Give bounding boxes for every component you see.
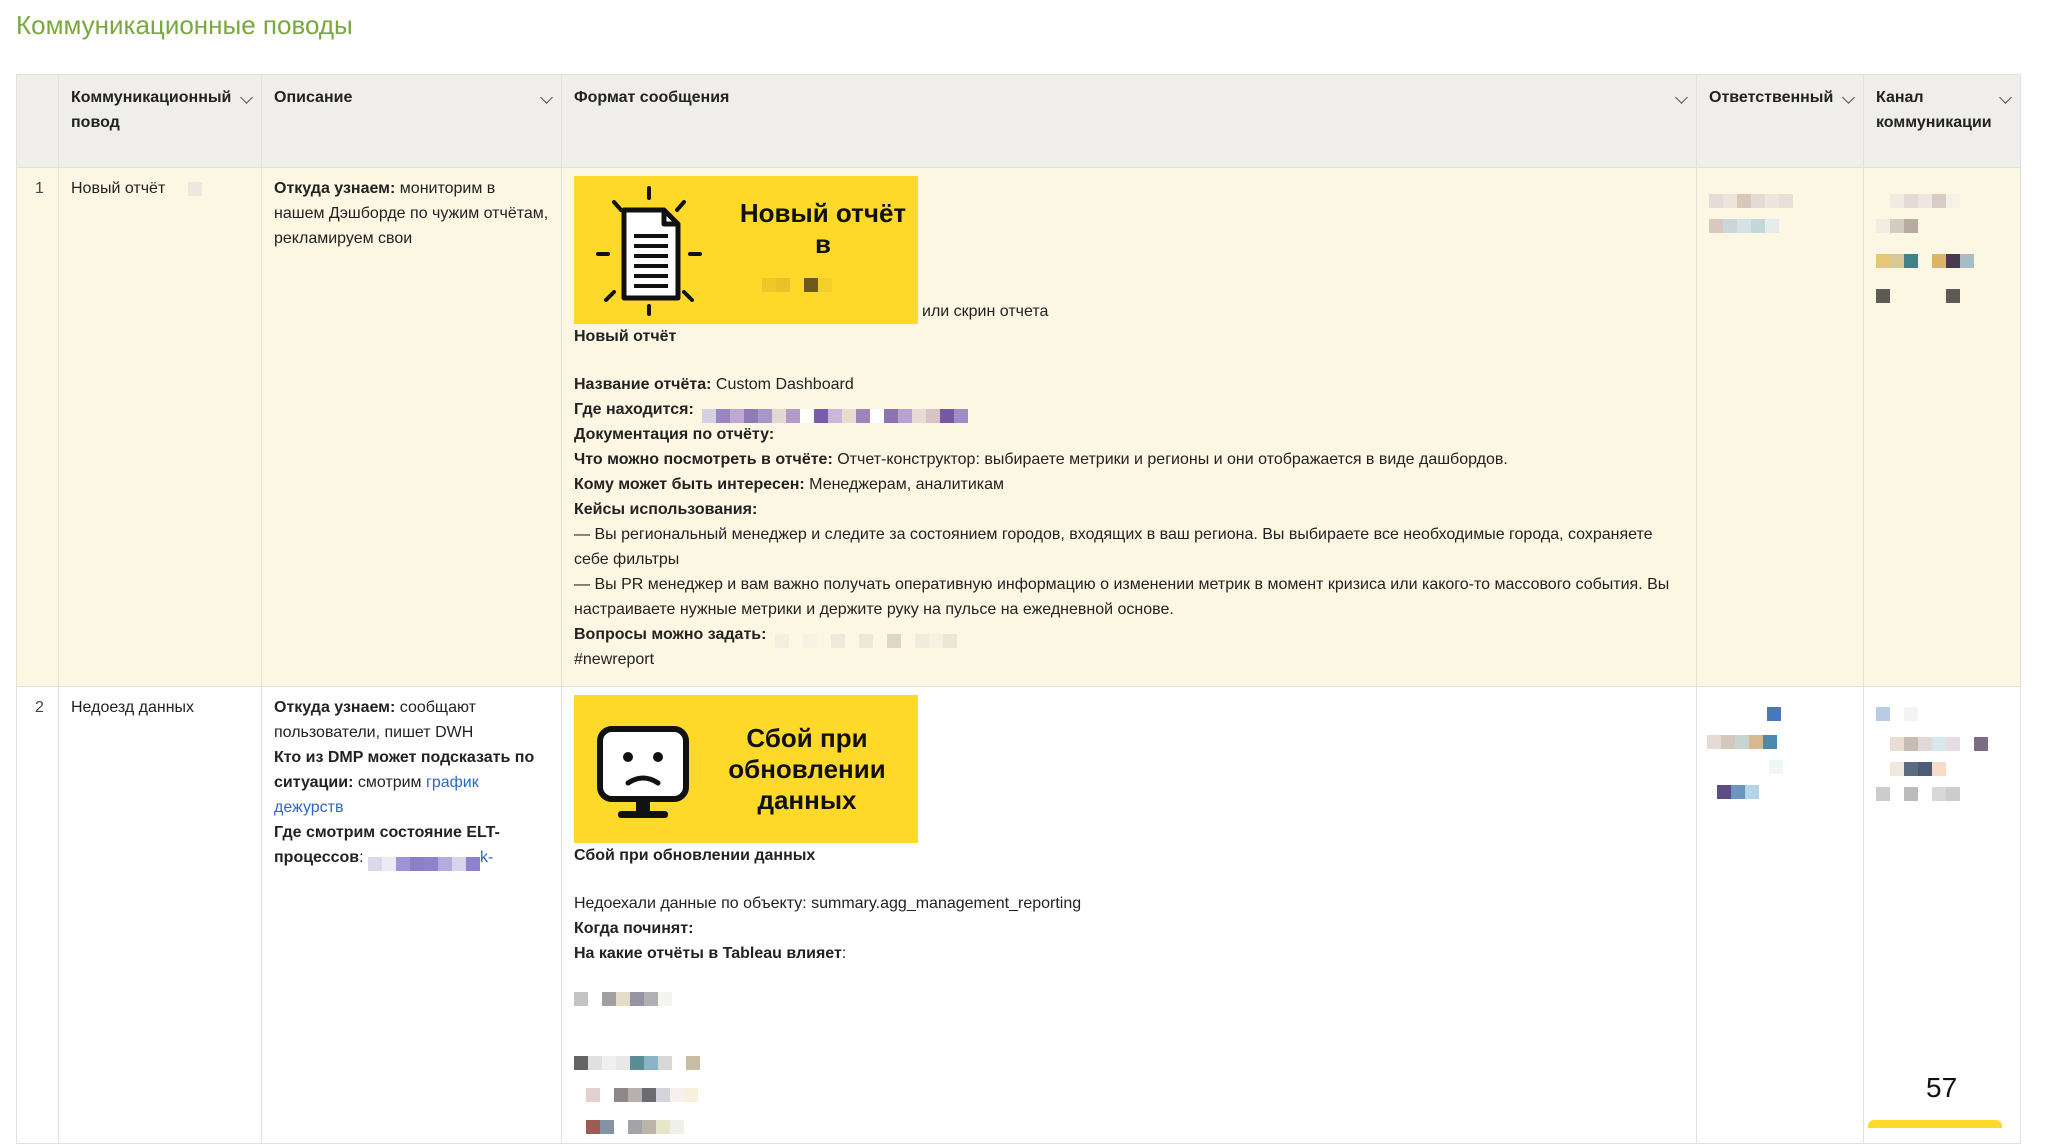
- owner-cell[interactable]: [1696, 686, 1864, 1144]
- field-value: Custom Dashboard: [711, 376, 854, 393]
- description-label: Откуда узнаем:: [274, 699, 396, 716]
- message-format-cell[interactable]: Новый отчёт в или скрин отчета Новый отч…: [561, 167, 1697, 687]
- new-report-banner: Новый отчёт в: [574, 176, 918, 324]
- link-tail[interactable]: k-: [480, 849, 493, 866]
- redacted-owner: [1767, 701, 1781, 721]
- channel-cell[interactable]: [1863, 167, 2021, 687]
- page-title: Коммуникационные поводы: [16, 10, 353, 40]
- col-header-occasion[interactable]: Коммуникационный повод: [58, 74, 262, 168]
- col-header-label: Описание: [274, 89, 353, 106]
- redacted-owner: [1709, 213, 1779, 233]
- col-header-owner[interactable]: Ответственный: [1696, 74, 1864, 168]
- col-header-label: Ответственный: [1709, 89, 1834, 106]
- description-label: Откуда узнаем:: [274, 180, 396, 197]
- col-header-channel[interactable]: Канал коммуникации: [1863, 74, 2021, 168]
- occasion-cell[interactable]: Недоезд данных: [58, 686, 262, 1144]
- description-text: :: [359, 849, 364, 866]
- redacted-owner: [1709, 188, 1793, 208]
- communications-table: Коммуникационный повод Описание Формат с…: [16, 74, 2021, 1144]
- col-header-label: Коммуникационный повод: [71, 89, 232, 131]
- description-cell[interactable]: Откуда узнаем: сообщают пользователи, пи…: [261, 686, 562, 1144]
- message-format-cell[interactable]: Сбой при обновлении данных Сбой при обно…: [561, 686, 1697, 1144]
- field-label: Кому может быть интересен:: [574, 476, 805, 493]
- document-icon: [596, 186, 702, 316]
- redacted-channel: [1876, 701, 1918, 721]
- banner-text: Новый отчёт в: [739, 198, 907, 259]
- col-header-label: Канал коммуникации: [1876, 89, 1992, 131]
- col-header-num: [16, 74, 59, 168]
- hashtag: #newreport: [574, 651, 655, 668]
- message-heading: Сбой при обновлении данных: [574, 847, 816, 864]
- redacted-link[interactable]: [368, 851, 481, 871]
- banner-caption: или скрин отчета: [922, 303, 1049, 320]
- field-label: Что можно посмотреть в отчёте:: [574, 451, 833, 468]
- banner-text: Сбой при обновлении данных: [728, 723, 886, 815]
- redacted-owner: [1707, 729, 1777, 749]
- row-number: 1: [16, 167, 59, 687]
- redacted-channel: [1876, 756, 1946, 776]
- field-value: Менеджерам, аналитикам: [804, 476, 1005, 493]
- sad-monitor-icon: [597, 726, 689, 818]
- data-failure-banner: Сбой при обновлении данных: [574, 695, 918, 843]
- occasion-text: Новый отчёт: [71, 180, 166, 197]
- use-case: — Вы PR менеджер и вам важно получать оп…: [574, 576, 1670, 618]
- redacted-channel: [1876, 188, 1960, 208]
- field-label: Название отчёта:: [574, 376, 712, 393]
- occasion-text: Недоезд данных: [71, 699, 195, 716]
- redacted-report-list: [574, 974, 1684, 1134]
- redacted-owner: [1769, 754, 1783, 774]
- yellow-tab-edge: [1868, 1120, 2002, 1128]
- field-label: Где находится:: [574, 401, 694, 418]
- col-header-description[interactable]: Описание: [261, 74, 562, 168]
- message-text: Недоехали данные по объекту: summary.agg…: [574, 895, 1082, 912]
- redacted-channel: [1876, 781, 1960, 801]
- page-number: 57: [1926, 1072, 1958, 1103]
- message-heading: Новый отчёт: [574, 328, 677, 345]
- owner-cell[interactable]: [1696, 167, 1864, 687]
- field-label: Вопросы можно задать:: [574, 626, 767, 643]
- redacted-block: [187, 181, 202, 196]
- redacted-link: [702, 403, 969, 423]
- redacted-channel: [1876, 248, 1974, 268]
- field-label: Документация по отчёту:: [574, 426, 775, 443]
- field-label: Когда починят:: [574, 920, 694, 937]
- redacted-channel: [1876, 731, 1988, 751]
- redacted-owner: [1717, 779, 1759, 799]
- redacted-channel: [1876, 213, 1918, 233]
- table-row[interactable]: 1 Новый отчёт Откуда узнаем: мониторим в…: [16, 167, 2021, 687]
- field-value: Отчет-конструктор: выбираете метрики и р…: [832, 451, 1508, 468]
- table-row[interactable]: 2 Недоезд данных Откуда узнаем: сообщают…: [16, 686, 2021, 1144]
- redacted-channel: [1876, 283, 1960, 303]
- occasion-cell[interactable]: Новый отчёт: [58, 167, 262, 687]
- col-header-format[interactable]: Формат сообщения: [561, 74, 1697, 168]
- use-case: — Вы региональный менеджер и следите за …: [574, 526, 1653, 568]
- description-text: смотрим: [353, 774, 426, 791]
- row-number: 2: [16, 686, 59, 1144]
- field-colon: :: [841, 945, 847, 962]
- col-header-label: Формат сообщения: [574, 89, 730, 106]
- field-label: Кейсы использования:: [574, 501, 758, 518]
- field-label: На какие отчёты в Tableau влияет: [574, 945, 842, 962]
- redacted-block: [774, 628, 957, 648]
- redacted-block: [762, 272, 832, 292]
- header-row: Коммуникационный повод Описание Формат с…: [16, 74, 2021, 168]
- description-cell[interactable]: Откуда узнаем: мониторим в нашем Дэшборд…: [261, 167, 562, 687]
